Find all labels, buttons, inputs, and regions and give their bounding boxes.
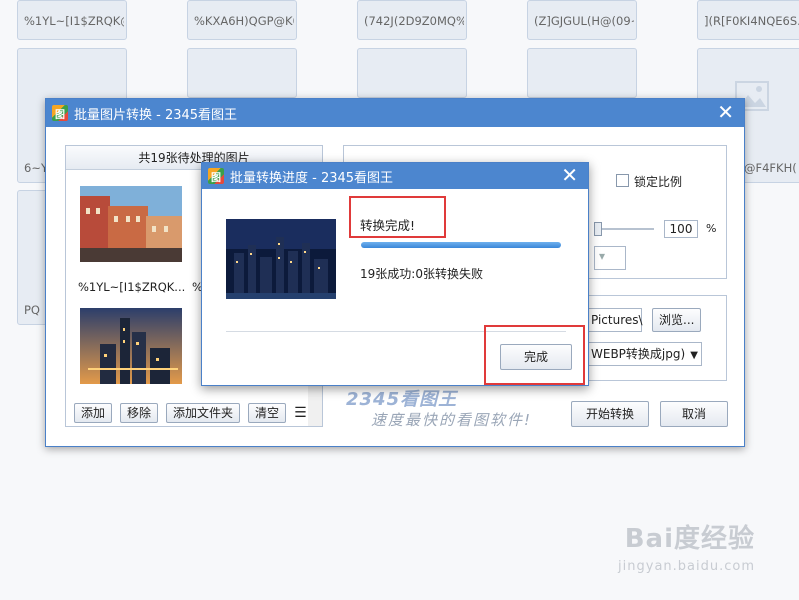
done-button[interactable]: 完成 <box>500 344 572 370</box>
progress-dialog-title: 批量转换进度 - 2345看图王 <box>230 170 394 186</box>
app-logo-icon: 图 <box>208 168 224 184</box>
list-actions: 添加 移除 添加文件夹 清空 ☰ <box>74 403 307 423</box>
watermark-main: Bai度经验 <box>624 524 755 554</box>
bg-thumbnail-label: (Z]GJGUL(H@(09~26... <box>534 14 634 28</box>
add-folder-button[interactable]: 添加文件夹 <box>166 403 241 423</box>
brand-slogan: 速度最快的看图软件! <box>371 411 533 429</box>
quality-input[interactable]: 100 <box>664 220 698 238</box>
bg-thumbnail-label: ](R[F0KI4NQE6S... <box>704 14 799 28</box>
quality-unit: % <box>706 222 717 235</box>
lock-ratio-checkbox[interactable] <box>616 174 629 187</box>
clear-button[interactable]: 清空 <box>248 403 287 423</box>
image-thumbnail-1[interactable] <box>80 186 182 262</box>
format-select[interactable]: WEBP转换成jpg) ▼ <box>586 342 702 366</box>
close-icon[interactable]: ✕ <box>561 165 578 185</box>
bg-thumbnail[interactable]: ](R[F0KI4NQE6S... <box>697 0 799 40</box>
bg-thumbnail[interactable]: %1YL~[I1$ZRQK@IK... <box>17 0 127 40</box>
image-caption: %1YL~[I1$ZRQK... <box>78 280 186 294</box>
progress-fill <box>361 242 561 248</box>
batch-convert-titlebar: 图 批量图片转换 - 2345看图王 ✕ <box>46 99 744 127</box>
bg-image-thumbnail[interactable] <box>187 48 297 98</box>
size-dropdown[interactable]: ▾ <box>594 246 626 270</box>
dialog-title: 批量图片转换 - 2345看图王 <box>74 107 238 123</box>
progress-titlebar: 图 批量转换进度 - 2345看图王 ✕ <box>202 163 588 189</box>
bg-image-thumbnail[interactable] <box>357 48 467 98</box>
converted-image-preview <box>226 207 336 317</box>
quality-slider[interactable] <box>594 222 654 236</box>
app-logo-icon: 图 <box>52 105 68 121</box>
lock-ratio-label: 锁定比例 <box>634 175 683 189</box>
quality-slider-thumb[interactable] <box>594 222 602 236</box>
bg-thumbnail-label: (742J(2D9Z0MQ%5C... <box>364 14 464 28</box>
progress-bar <box>361 242 561 248</box>
cancel-button[interactable]: 取消 <box>660 401 728 427</box>
close-icon[interactable]: ✕ <box>717 102 734 122</box>
bg-thumbnail-label: %KXA6H)QGP@K0K... <box>194 14 294 28</box>
add-button[interactable]: 添加 <box>74 403 113 423</box>
progress-dialog: 图 批量转换进度 - 2345看图王 ✕ 转换完成! 19张成功:0张转换失败 … <box>201 162 589 386</box>
bg-image-thumbnail[interactable] <box>527 48 637 98</box>
result-summary: 19张成功:0张转换失败 <box>360 267 483 281</box>
brand-logo: 2345看图王 <box>346 389 458 410</box>
bg-thumbnail[interactable]: (742J(2D9Z0MQ%5C... <box>357 0 467 40</box>
bg-thumbnail[interactable]: (Z]GJGUL(H@(09~26... <box>527 0 637 40</box>
browse-button[interactable]: 浏览... <box>652 308 702 332</box>
chevron-down-icon: ▼ <box>690 350 698 361</box>
bg-thumbnail-label: %1YL~[I1$ZRQK@IK... <box>24 14 124 28</box>
output-path-input[interactable]: Pictures\ <box>586 308 643 332</box>
format-select-value: WEBP转换成jpg) <box>591 347 686 361</box>
image-thumbnail-2[interactable] <box>80 308 182 384</box>
remove-button[interactable]: 移除 <box>120 403 159 423</box>
list-view-menu-icon[interactable]: ☰ <box>294 403 307 423</box>
bg-side-label: @F4FKH( <box>744 161 797 175</box>
bg-thumbnail[interactable]: %KXA6H)QGP@K0K... <box>187 0 297 40</box>
status-text: 转换完成! <box>360 218 416 233</box>
watermark-url: jingyan.baidu.com <box>618 559 755 574</box>
start-convert-button[interactable]: 开始转换 <box>571 401 649 427</box>
baidu-watermark: Bai度经验 jingyan.baidu.com <box>618 518 755 574</box>
